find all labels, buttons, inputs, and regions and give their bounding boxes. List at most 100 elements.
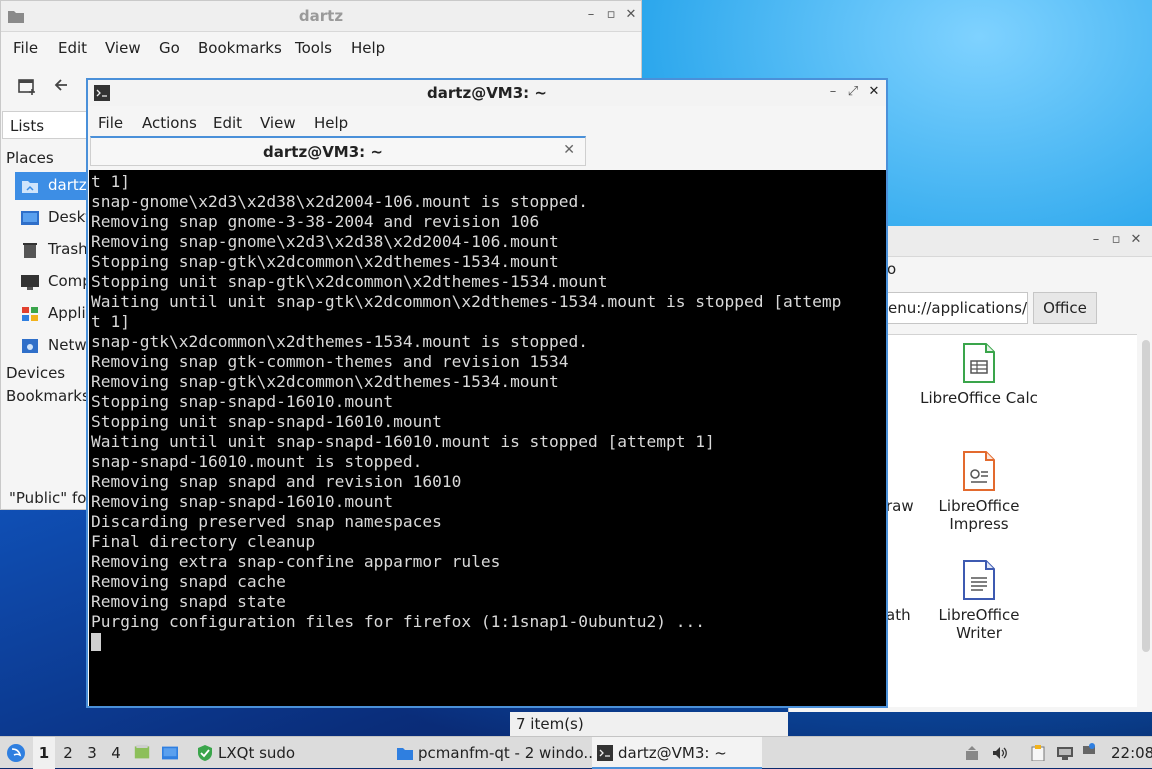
task-lxqt-sudo[interactable]: LXQt sudo — [192, 737, 398, 769]
close-icon[interactable]: ✕ — [867, 85, 881, 99]
folder-icon — [397, 748, 413, 760]
terminal-tab[interactable]: dartz@VM3: ~ ✕ — [90, 136, 586, 166]
task-pcmanfm[interactable]: pcmanfm-qt - 2 windo... — [392, 737, 614, 769]
calc-icon — [963, 343, 995, 383]
terminal-output[interactable]: t 1] snap-gnome\x2d3\x2d38\x2d2004-106.mo… — [89, 170, 886, 706]
update-notification-icon[interactable] — [1081, 742, 1097, 758]
applications-icon — [22, 307, 38, 321]
menu-view[interactable]: View — [260, 114, 296, 132]
close-tab-icon[interactable]: ✕ — [563, 142, 575, 158]
terminal-line: snap-gnome\x2d3\x2d38\x2d2004-106.mount … — [91, 192, 589, 211]
sidebar-item-label: dartz — [48, 176, 87, 194]
task-terminal[interactable]: dartz@VM3: ~ — [592, 737, 762, 769]
terminal-line: Final directory cleanup — [91, 532, 316, 551]
trash-icon — [23, 243, 37, 258]
maximize-icon[interactable]: ⤢ — [846, 85, 860, 99]
volume-icon[interactable] — [992, 745, 1008, 761]
menu-help[interactable]: Help — [351, 39, 385, 57]
file-manager-title: dartz — [298, 7, 344, 25]
partial-app-label: raw — [886, 497, 914, 515]
minimize-icon[interactable]: – — [826, 85, 840, 99]
terminal-line: Removing snapd cache — [91, 572, 286, 591]
terminal-line: Removing snap snapd and revision 16010 — [91, 472, 462, 491]
maximize-icon[interactable]: ▫ — [1109, 233, 1123, 247]
sidebar-item-label: Netw — [48, 336, 87, 354]
network-status-icon[interactable] — [1057, 745, 1073, 761]
menu-file[interactable]: File — [98, 114, 123, 132]
menu-go[interactable]: Go — [159, 39, 180, 57]
vertical-scrollbar[interactable] — [1142, 340, 1150, 652]
partial-app-label: ath — [886, 606, 911, 624]
terminal-line: Waiting until unit snap-snapd-16010.moun… — [91, 432, 715, 451]
terminal-menubar: File Actions Edit View Help — [88, 108, 886, 136]
menu-help[interactable]: Help — [314, 114, 348, 132]
terminal-line: snap-snapd-16010.mount is stopped. — [91, 452, 423, 471]
terminal-title: dartz@VM3: ~ — [427, 84, 547, 102]
app-libreoffice-calc[interactable]: LibreOffice Calc — [914, 343, 1044, 407]
minimize-icon[interactable]: – — [1089, 233, 1103, 247]
menu-actions[interactable]: Actions — [142, 114, 197, 132]
menu-view[interactable]: View — [105, 39, 141, 57]
applications-status: 7 item(s) — [510, 712, 788, 736]
computer-icon — [21, 275, 39, 290]
tray-up-arrow-icon[interactable] — [964, 745, 980, 761]
back-arrow-icon[interactable] — [52, 76, 70, 94]
sidebar-item-computer[interactable]: Comp — [15, 268, 92, 296]
terminal-line: Waiting until unit snap-gtk\x2dcommon\x2… — [91, 292, 842, 311]
breadcrumb-office[interactable]: Office — [1033, 292, 1097, 324]
terminal-line: Removing snapd state — [91, 592, 286, 611]
terminal-line: Removing snap-gtk\x2dcommon\x2dthemes-15… — [91, 372, 559, 391]
close-icon[interactable]: ✕ — [1129, 233, 1143, 247]
terminal-window: dartz@VM3: ~ – ⤢ ✕ File Actions Edit Vie… — [86, 78, 888, 708]
menu-edit[interactable]: Edit — [58, 39, 87, 57]
file-manager-launcher-icon[interactable] — [134, 744, 150, 760]
terminal-line: t 1] — [91, 312, 130, 331]
terminal-line: snap-gtk\x2dcommon\x2dthemes-1534.mount … — [91, 332, 589, 351]
terminal-titlebar[interactable]: dartz@VM3: ~ – ⤢ ✕ — [88, 80, 886, 106]
devices-heading: Devices — [6, 364, 66, 382]
task-label: dartz@VM3: ~ — [618, 744, 727, 762]
sidebar-item-desktop[interactable]: Deskt — [15, 204, 92, 232]
terminal-cursor — [91, 633, 101, 651]
terminal-line: Stopping snap-gtk\x2dcommon\x2dthemes-15… — [91, 252, 559, 271]
app-libreoffice-impress[interactable]: LibreOffice Impress — [914, 451, 1044, 533]
terminal-tab-label: dartz@VM3: ~ — [263, 143, 383, 161]
sidebar-item-label: Deskt — [48, 208, 92, 226]
minimize-icon[interactable]: – — [584, 8, 598, 22]
workspace-3[interactable]: 3 — [81, 737, 103, 769]
menu-tools[interactable]: Tools — [295, 39, 332, 57]
terminal-line: Discarding preserved snap namespaces — [91, 512, 442, 531]
menu-bookmarks[interactable]: Bookmarks — [198, 39, 282, 57]
terminal-line: t 1] — [91, 172, 130, 191]
network-icon — [22, 339, 38, 353]
workspace-2[interactable]: 2 — [57, 737, 79, 769]
sidebar-item-network[interactable]: Netw — [15, 332, 90, 360]
workspace-4[interactable]: 4 — [105, 737, 127, 769]
app-label: LibreOffice Writer — [938, 606, 1020, 642]
maximize-icon[interactable]: ▫ — [604, 8, 618, 22]
terminal-lines: t 1] snap-gnome\x2d3\x2d38\x2d2004-106.mo… — [91, 172, 841, 632]
sidebar-tab-lists[interactable]: Lists — [2, 111, 88, 139]
app-libreoffice-writer[interactable]: LibreOffice Writer — [914, 560, 1044, 642]
terminal-line: Removing extra snap-confine apparmor rul… — [91, 552, 501, 571]
show-desktop-icon[interactable] — [162, 745, 178, 761]
sidebar-item-label: Trash — [48, 240, 88, 258]
menu-edit[interactable]: Edit — [213, 114, 242, 132]
location-path-input[interactable]: enu://applications/ — [885, 292, 1028, 324]
terminal-line: Removing snap-snapd-16010.mount — [91, 492, 394, 511]
new-tab-icon[interactable] — [17, 76, 37, 96]
sidebar-item-applications[interactable]: Applic — [15, 300, 94, 328]
workspace-1[interactable]: 1 — [33, 737, 55, 769]
file-manager-menubar: File Edit View Go Bookmarks Tools Help — [1, 33, 641, 61]
terminal-line: Stopping unit snap-gtk\x2dcommon\x2dthem… — [91, 272, 608, 291]
file-manager-titlebar[interactable]: dartz – ▫ ✕ — [1, 1, 641, 32]
sidebar-item-home[interactable]: dartz — [15, 172, 90, 200]
terminal-line: Stopping snap-snapd-16010.mount — [91, 392, 394, 411]
clock[interactable]: 22:08 — [1111, 737, 1152, 769]
clipboard-icon[interactable] — [1030, 745, 1046, 761]
start-menu-icon[interactable] — [6, 743, 26, 763]
menu-file[interactable]: File — [13, 39, 38, 57]
close-icon[interactable]: ✕ — [624, 8, 638, 22]
terminal-line: Purging configuration files for firefox … — [91, 612, 705, 631]
sidebar-item-trash[interactable]: Trash — [15, 236, 90, 264]
